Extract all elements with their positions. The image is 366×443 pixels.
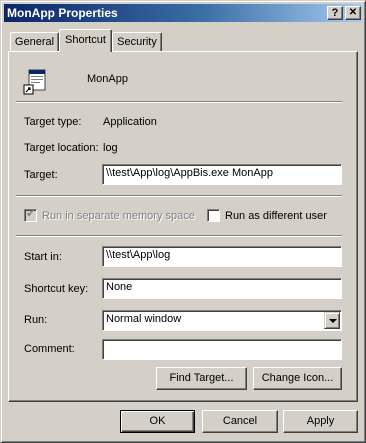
target-label: Target:: [24, 169, 58, 181]
shortcut-app-icon: [23, 69, 46, 95]
tab-shortcut[interactable]: Shortcut: [59, 29, 112, 52]
separator: [16, 195, 342, 197]
target-location-label: Target location:: [24, 142, 99, 154]
start-in-input[interactable]: \\test\App\log: [102, 246, 342, 267]
help-button[interactable]: ?: [327, 6, 343, 20]
close-button[interactable]: ✕: [345, 6, 361, 20]
run-as-different-user-label: Run as different user: [225, 210, 327, 222]
cancel-button[interactable]: Cancel: [202, 410, 278, 433]
target-type-value: Application: [103, 116, 157, 128]
chevron-down-icon: [329, 319, 337, 323]
tab-general[interactable]: General: [10, 32, 59, 52]
shortcut-key-label: Shortcut key:: [24, 283, 89, 295]
start-in-label: Start in:: [24, 251, 62, 263]
ok-button[interactable]: OK: [120, 410, 195, 433]
window-title: MonApp Properties: [7, 6, 118, 20]
tab-security[interactable]: Security: [112, 32, 162, 52]
separator: [16, 101, 342, 103]
run-separate-memory-checkbox[interactable]: ✔: [24, 208, 37, 222]
run-select-value: Normal window: [106, 313, 182, 325]
run-select-dropdown-button[interactable]: [324, 312, 340, 329]
apply-button[interactable]: Apply: [283, 410, 358, 433]
comment-input[interactable]: [102, 339, 342, 360]
run-select[interactable]: Normal window: [102, 310, 342, 331]
target-type-label: Target type:: [24, 116, 82, 128]
separator: [16, 235, 342, 237]
shortcut-name: MonApp: [87, 73, 128, 85]
comment-label: Comment:: [24, 343, 75, 355]
run-separate-memory-label: Run in separate memory space: [42, 210, 195, 222]
find-target-button[interactable]: Find Target...: [156, 367, 247, 390]
target-input[interactable]: \\test\App\log\AppBis.exe MonApp: [102, 164, 342, 185]
target-location-value: log: [103, 142, 118, 154]
checkmark-icon: ✔: [26, 208, 36, 220]
close-icon: ✕: [348, 7, 358, 18]
run-as-different-user-checkbox[interactable]: [207, 209, 220, 222]
properties-dialog: MonApp Properties ? ✕ General Shortcut S…: [0, 0, 366, 443]
run-label: Run:: [24, 314, 48, 326]
shortcut-key-input[interactable]: None: [102, 278, 342, 299]
title-bar[interactable]: MonApp Properties ? ✕: [4, 4, 362, 22]
change-icon-button[interactable]: Change Icon...: [253, 367, 342, 390]
